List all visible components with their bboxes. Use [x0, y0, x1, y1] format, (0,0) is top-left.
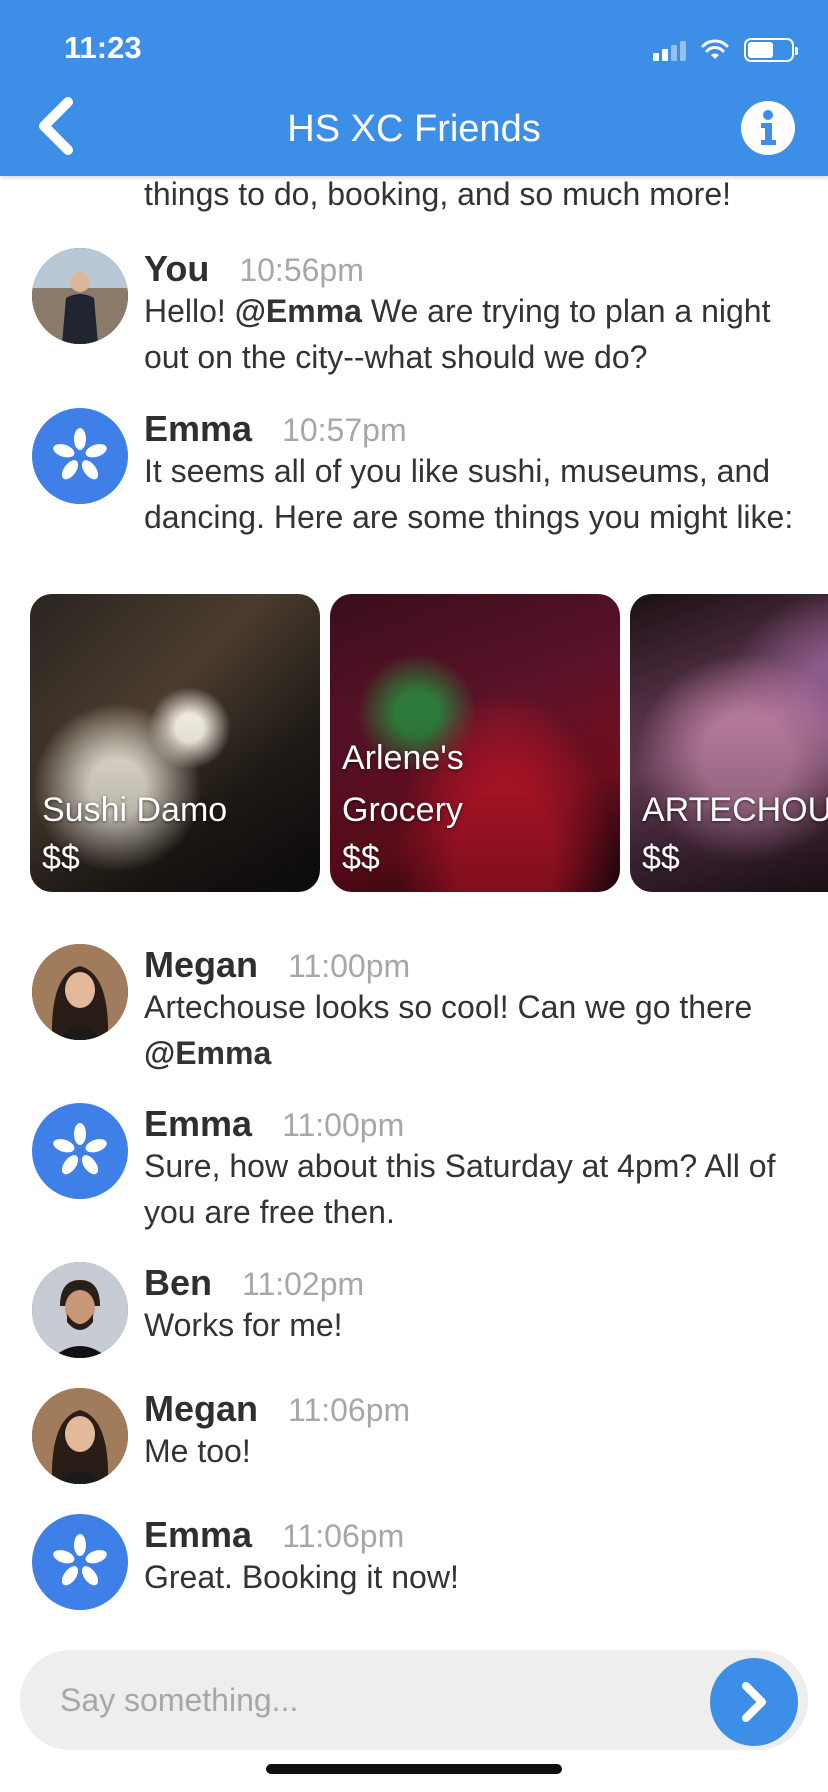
message-time: 10:56pm [239, 252, 364, 288]
avatar[interactable] [32, 944, 128, 1040]
header-bar: 11:23 HS XC Friends [0, 0, 828, 176]
card-price: $$ [42, 839, 80, 877]
avatar[interactable] [32, 248, 128, 344]
home-indicator [266, 1764, 562, 1774]
chat-screen: 11:23 HS XC Friends things to do, bookin… [0, 0, 828, 1792]
recommendation-card[interactable]: Arlene's Grocery $$ [330, 594, 620, 892]
message-time: 10:57pm [282, 412, 407, 448]
card-title: Sushi Damo [42, 791, 228, 829]
message-text: Artechouse looks so cool! Can we go ther… [144, 984, 804, 1076]
message-text: Hello! @Emma We are trying to plan a nig… [144, 288, 804, 380]
mention-link[interactable]: @Emma [235, 293, 362, 329]
wifi-icon [701, 39, 729, 59]
flower-logo-icon [53, 1534, 107, 1586]
card-price: $$ [342, 839, 380, 877]
message-text: It seems all of you like sushi, museums,… [144, 453, 794, 535]
message-text: Works for me! [144, 1307, 343, 1343]
message-time: 11:00pm [288, 948, 411, 984]
flower-logo-icon [53, 1123, 107, 1175]
avatar[interactable] [32, 408, 128, 504]
message-time: 11:02pm [242, 1266, 365, 1302]
sender-name: Emma [144, 1103, 253, 1144]
message-time: 11:06pm [282, 1518, 405, 1554]
chevron-right-icon [742, 1682, 766, 1722]
message-time: 11:00pm [282, 1107, 405, 1143]
status-icons [653, 38, 798, 62]
message-text-part: Artechouse looks so cool! Can we go ther… [144, 989, 753, 1025]
message-input[interactable] [60, 1650, 700, 1750]
info-icon [741, 101, 795, 155]
message-text: Me too! [144, 1433, 251, 1469]
mention-link[interactable]: @Emma [144, 1035, 271, 1071]
recommendation-card[interactable]: ARTECHOUSE $$ [630, 594, 828, 892]
avatar[interactable] [32, 1262, 128, 1358]
battery-icon [744, 38, 798, 62]
message-list[interactable]: things to do, booking, and so much more!… [0, 176, 828, 1636]
sender-name: Emma [144, 408, 253, 449]
message-text: Sure, how about this Saturday at 4pm? Al… [144, 1148, 776, 1230]
sender-name: Emma [144, 1514, 253, 1555]
message-text: Great. Booking it now! [144, 1559, 459, 1595]
sender-name: Ben [144, 1262, 213, 1303]
card-title: ARTECHOUSE [642, 791, 828, 829]
sender-name: You [144, 248, 210, 289]
sender-name: Megan [144, 1388, 259, 1429]
signal-icon [653, 39, 686, 61]
message-composer [20, 1650, 808, 1750]
info-button[interactable] [740, 100, 796, 156]
avatar[interactable] [32, 1514, 128, 1610]
message-text-part: Hello! [144, 293, 235, 329]
card-title: Arlene's Grocery [342, 739, 464, 829]
status-time: 11:23 [64, 30, 142, 65]
recommendation-carousel[interactable]: Sushi Damo $$ Arlene's Grocery $$ ARTECH… [30, 594, 828, 892]
message-time: 11:06pm [288, 1392, 411, 1428]
card-price: $$ [642, 839, 680, 877]
avatar[interactable] [32, 1103, 128, 1199]
flower-logo-icon [53, 428, 107, 480]
send-button[interactable] [710, 1658, 798, 1746]
message-text-partial: things to do, booking, and so much more! [144, 176, 732, 212]
avatar[interactable] [32, 1388, 128, 1484]
page-title: HS XC Friends [287, 108, 541, 150]
sender-name: Megan [144, 944, 259, 985]
recommendation-card[interactable]: Sushi Damo $$ [30, 594, 320, 892]
